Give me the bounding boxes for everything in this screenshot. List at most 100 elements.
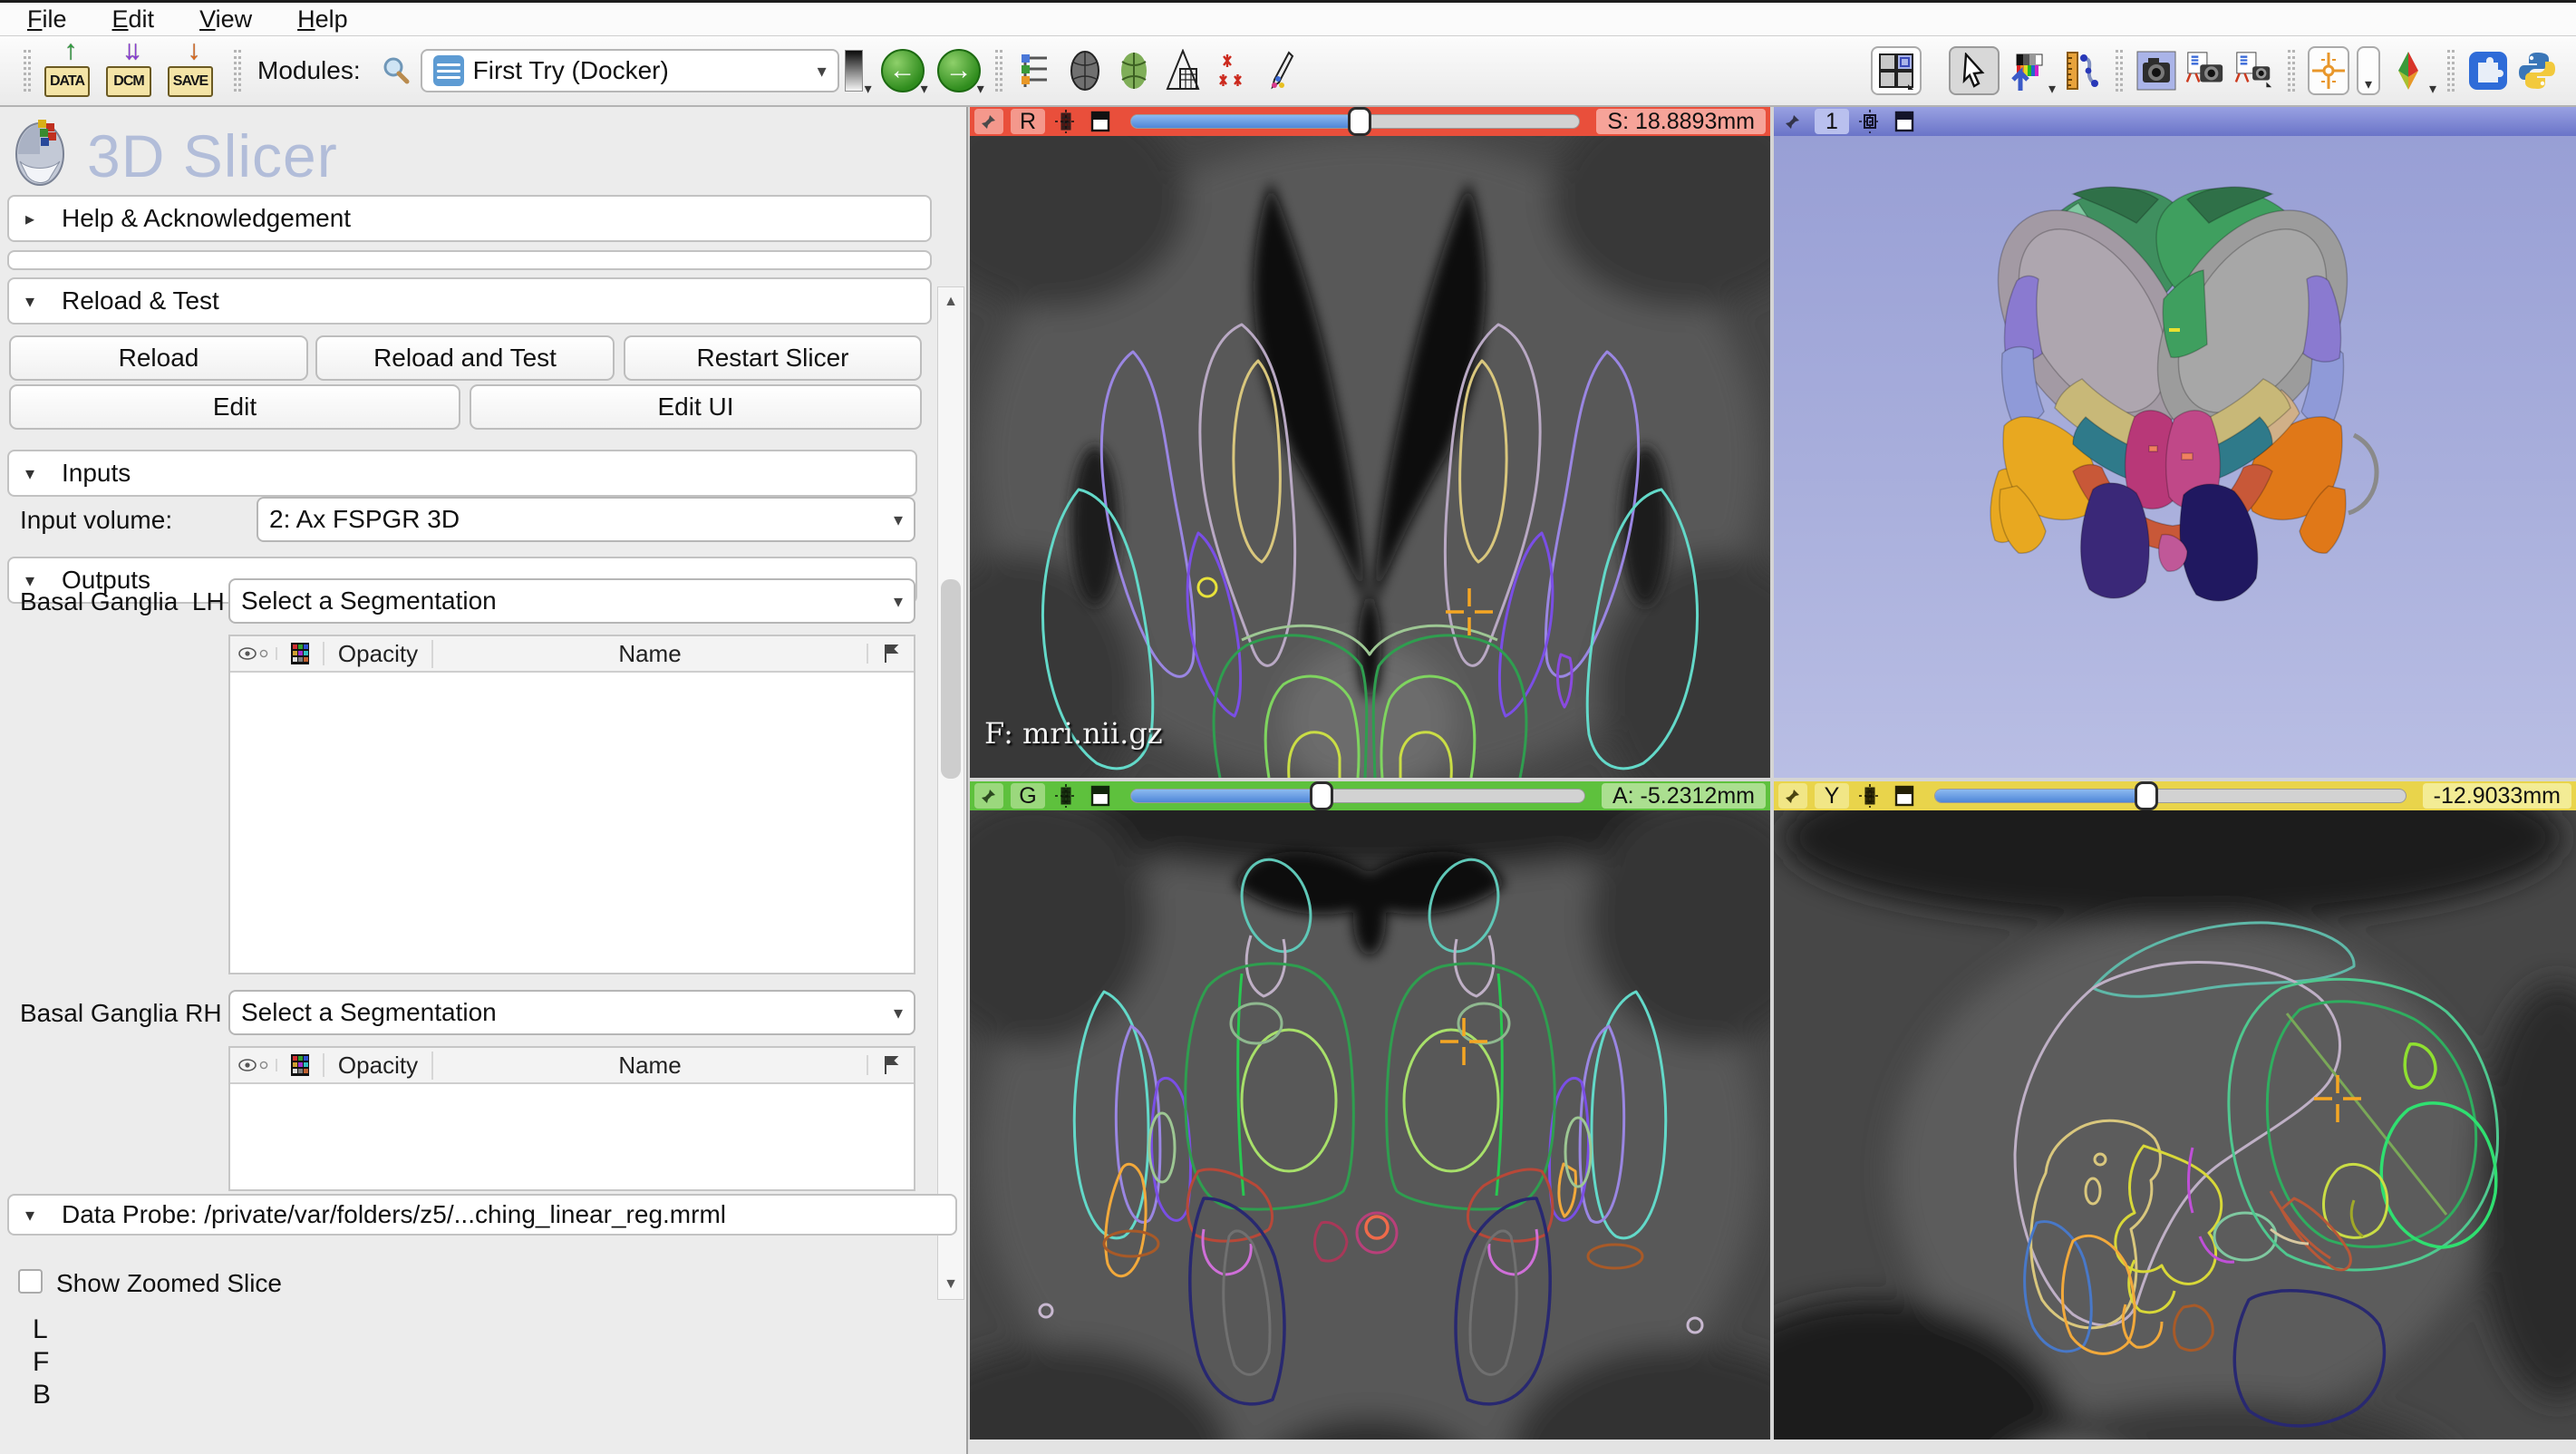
crosshair-menu-button[interactable]: ▾ [2357, 46, 2380, 95]
fiducials-icon[interactable] [1211, 46, 1253, 95]
load-dicom-button[interactable]: ↓↓ DCM [102, 43, 156, 99]
center-3d-view-icon[interactable] [1856, 110, 1884, 133]
visibility-eye-icon[interactable] [230, 1059, 277, 1071]
sagittal-slice-canvas[interactable]: F: mri.nii.gz [1774, 810, 2576, 1454]
show-zoomed-slice-checkbox[interactable] [18, 1269, 43, 1294]
three-d-canvas[interactable] [1774, 136, 2576, 778]
menu-help[interactable]: Help [297, 5, 348, 34]
crosshair-button[interactable] [2308, 46, 2349, 95]
pin-icon[interactable] [974, 783, 1003, 809]
menu-file[interactable]: File [27, 5, 67, 34]
toolbar-grip[interactable] [2116, 50, 2123, 92]
lh-segment-table[interactable]: Opacity Name [228, 635, 915, 974]
toolbar-grip[interactable] [24, 50, 31, 92]
module-history-icon[interactable] [845, 50, 863, 92]
save-button[interactable]: ↓ SAVE [163, 43, 218, 99]
yellow-slice-view[interactable]: Y -12.9033mm [1774, 781, 2576, 1454]
measurement-ruler-icon[interactable] [2061, 46, 2103, 95]
green-view-label[interactable]: G [1011, 783, 1045, 809]
module-forward-button[interactable]: → [937, 49, 981, 92]
scroll-down-icon[interactable]: ▼ [938, 1270, 964, 1299]
module-back-button[interactable]: ← [881, 49, 925, 92]
axial-slice-canvas[interactable]: F: mri.nii.gz [970, 136, 1770, 778]
collapsed-section-bar[interactable] [7, 250, 932, 270]
visibility-eye-icon[interactable] [230, 647, 277, 660]
panel-scrollbar[interactable]: ▲ ▼ [937, 286, 964, 1300]
transforms-icon[interactable] [1162, 46, 1204, 95]
slider-handle[interactable] [1310, 781, 1333, 810]
green-slice-view[interactable]: G A: -5.2312mm [970, 781, 1770, 1454]
three-d-view-label[interactable]: 1 [1815, 109, 1849, 134]
view-menu-icon[interactable] [1891, 110, 1918, 133]
toolbar-grip[interactable] [234, 50, 241, 92]
module-selector[interactable]: First Try (Docker) ▾ [421, 49, 839, 92]
slice-links-icon[interactable] [1052, 784, 1080, 808]
chevron-down-icon[interactable]: ▾ [921, 80, 928, 98]
view-menu-icon[interactable] [1087, 110, 1114, 133]
pin-icon[interactable] [1778, 109, 1807, 134]
name-column-header[interactable]: Name [433, 1052, 867, 1080]
red-view-label[interactable]: R [1011, 109, 1045, 134]
menu-view[interactable]: View [199, 5, 252, 34]
chevron-down-icon[interactable]: ▾ [865, 80, 872, 98]
scrollbar-thumb[interactable] [941, 579, 961, 779]
section-inputs[interactable]: ▾ Inputs [7, 450, 917, 497]
models-icon[interactable] [1113, 46, 1155, 95]
flag-icon[interactable] [867, 644, 914, 664]
slice-links-icon[interactable] [1052, 110, 1080, 133]
opacity-column-header[interactable]: Opacity [324, 1052, 433, 1080]
python-console-button[interactable] [2516, 46, 2558, 95]
slice-intersections-icon[interactable] [2387, 46, 2429, 95]
red-slice-view[interactable]: R S: 18.8893mm [970, 107, 1770, 778]
screenshot-button[interactable] [2135, 46, 2177, 95]
toolbar-grip[interactable] [2447, 50, 2455, 92]
input-volume-selector[interactable]: 2: Ax FSPGR 3D ▾ [257, 497, 915, 542]
reload-button[interactable]: Reload [9, 335, 308, 381]
reload-and-test-button[interactable]: Reload and Test [315, 335, 615, 381]
toolbar-grip[interactable] [995, 50, 1002, 92]
chevron-down-icon[interactable]: ▾ [2048, 80, 2056, 98]
view-menu-icon[interactable] [1087, 784, 1114, 808]
window-level-colors-icon[interactable] [2007, 46, 2048, 95]
yellow-view-label[interactable]: Y [1815, 783, 1849, 809]
section-reload-test[interactable]: ▾ Reload & Test [7, 277, 932, 325]
green-slice-slider[interactable] [1130, 789, 1585, 803]
rh-segment-table[interactable]: Opacity Name [228, 1046, 915, 1191]
restart-slicer-button[interactable]: Restart Slicer [624, 335, 922, 381]
scene-view-capture-button[interactable] [2184, 46, 2226, 95]
slider-handle[interactable] [1348, 107, 1371, 136]
red-slice-slider[interactable] [1130, 114, 1580, 129]
chevron-down-icon[interactable]: ▾ [977, 80, 984, 98]
menu-edit[interactable]: Edit [112, 5, 155, 34]
toolbar-grip[interactable] [2288, 50, 2295, 92]
name-column-header[interactable]: Name [433, 640, 867, 668]
module-search-icon[interactable] [375, 46, 417, 95]
edit-button[interactable]: Edit [9, 384, 460, 430]
flag-icon[interactable] [867, 1055, 914, 1075]
pin-icon[interactable] [974, 109, 1003, 134]
subject-hierarchy-icon[interactable] [1015, 46, 1057, 95]
opacity-column-header[interactable]: Opacity [324, 640, 433, 668]
view-menu-icon[interactable] [1891, 784, 1918, 808]
mouse-interaction-button[interactable] [1949, 46, 2000, 95]
scene-view-restore-button[interactable] [2233, 46, 2275, 95]
pin-icon[interactable] [1778, 783, 1807, 809]
section-help-acknowledgement[interactable]: ▸ Help & Acknowledgement [7, 195, 932, 242]
yellow-slice-slider[interactable] [1934, 789, 2407, 803]
edit-ui-button[interactable]: Edit UI [470, 384, 922, 430]
three-d-view[interactable]: 1 [1774, 107, 2576, 778]
coronal-slice-canvas[interactable]: F: mri.nii.gz [970, 810, 1770, 1454]
chevron-down-icon[interactable]: ▾ [2429, 80, 2436, 98]
slice-links-icon[interactable] [1856, 784, 1884, 808]
layout-selector-button[interactable] [1871, 46, 1922, 95]
markups-pen-icon[interactable] [1260, 46, 1302, 95]
slider-handle[interactable] [2135, 781, 2158, 810]
basal-ganglia-rh-selector[interactable]: Select a Segmentation ▾ [228, 990, 915, 1035]
color-palette-icon[interactable] [277, 1053, 324, 1077]
scroll-up-icon[interactable]: ▲ [938, 287, 964, 316]
volume-rendering-icon[interactable] [1064, 46, 1106, 95]
extensions-manager-button[interactable] [2467, 46, 2509, 95]
data-probe-section[interactable]: ▾ Data Probe: /private/var/folders/z5/..… [7, 1194, 957, 1236]
color-palette-icon[interactable] [277, 642, 324, 665]
load-data-button[interactable]: ↑ DATA [40, 43, 94, 99]
